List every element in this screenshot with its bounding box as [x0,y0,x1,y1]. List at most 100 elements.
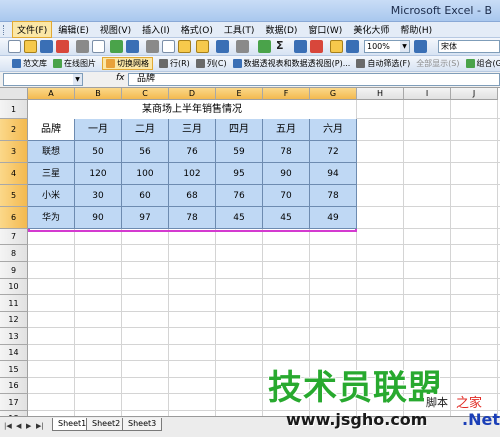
fx-icon[interactable]: fx [116,73,125,83]
format-painter-icon[interactable] [196,40,209,53]
table-cell[interactable]: 三星 [28,163,75,185]
table-cell[interactable]: 76 [216,185,263,207]
table-cell[interactable]: 56 [122,141,169,163]
toolbar-button[interactable]: 切换网格 [102,57,153,70]
chevron-down-icon[interactable]: ▼ [400,41,409,52]
sheet-tab[interactable]: Sheet3 [122,418,163,431]
zoom-select[interactable]: 100% ▼ [364,40,410,53]
column-header[interactable]: D [169,88,216,100]
column-header[interactable]: I [404,88,451,100]
table-header-cell[interactable]: 三月 [169,119,216,141]
sort-descending-icon[interactable] [310,40,323,53]
table-cell[interactable]: 90 [75,207,122,229]
table-cell[interactable]: 78 [169,207,216,229]
drawing-icon[interactable] [346,40,359,53]
permission-icon[interactable] [56,40,69,53]
table-cell[interactable]: 30 [75,185,122,207]
table-header-cell[interactable]: 一月 [75,119,122,141]
row-header[interactable]: 17 [0,394,28,411]
selected-range[interactable]: 品牌 一月 二月 三月 四月 五月 六月 联想 50 56 76 59 78 72 三星 120 100 102 9… [28,119,357,232]
table-cell[interactable]: 45 [263,207,310,229]
column-header[interactable]: E [216,88,263,100]
toolbar-button[interactable]: 在线图片 [53,57,96,70]
toolbar-button[interactable]: 全部显示(S) [416,57,459,70]
table-cell[interactable]: 60 [122,185,169,207]
table-title-cell[interactable]: 某商场上半年销售情况 [28,100,357,119]
last-sheet-icon[interactable]: ▶| [36,422,44,430]
table-cell[interactable]: 70 [263,185,310,207]
toolbar-button[interactable]: 行(R) [159,57,190,70]
table-cell[interactable]: 78 [310,185,357,207]
hyperlink-icon[interactable] [258,40,271,53]
sort-ascending-icon[interactable] [294,40,307,53]
row-header[interactable]: 11 [0,295,28,312]
formula-input[interactable]: 品牌 [128,73,500,86]
prev-sheet-icon[interactable]: ◀ [16,422,21,430]
table-cell[interactable]: 100 [122,163,169,185]
column-header[interactable]: C [122,88,169,100]
table-cell[interactable]: 120 [75,163,122,185]
menu-item[interactable]: 视图(V) [95,21,136,38]
column-header[interactable]: J [451,88,498,100]
toolbar-grip-icon[interactable] [3,25,6,35]
table-cell[interactable]: 95 [216,163,263,185]
first-sheet-icon[interactable]: |◀ [4,422,12,430]
table-cell[interactable]: 49 [310,207,357,229]
table-header-cell[interactable]: 二月 [122,119,169,141]
table-header-cell[interactable]: 六月 [310,119,357,141]
new-file-icon[interactable] [8,40,21,53]
column-header[interactable]: F [263,88,310,100]
toolbar-button[interactable]: 自动筛选(F) [356,57,410,70]
research-icon[interactable] [126,40,139,53]
print-icon[interactable] [76,40,89,53]
toolbar-button[interactable]: 组合(G) [465,57,500,70]
menu-item[interactable]: 插入(I) [137,21,175,38]
worksheet-grid[interactable]: ABCDEFGHIJ12345678910111213141516171819某… [0,88,500,416]
column-header[interactable]: B [75,88,122,100]
toolbar-button[interactable]: 数据透视表和数据透视图(P)... [232,57,350,70]
menu-item[interactable]: 数据(D) [260,21,302,38]
menu-item[interactable]: 文件(F) [12,21,53,38]
table-cell[interactable]: 50 [75,141,122,163]
undo-icon[interactable] [216,40,229,53]
row-header[interactable]: 16 [0,378,28,394]
print-preview-icon[interactable] [92,40,105,53]
table-cell[interactable]: 联想 [28,141,75,163]
table-cell[interactable]: 90 [263,163,310,185]
table-header-cell[interactable]: 四月 [216,119,263,141]
copy-icon[interactable] [162,40,175,53]
next-sheet-icon[interactable]: ▶ [26,422,31,430]
name-box[interactable]: ▼ [3,73,83,86]
autosum-icon[interactable]: Σ [276,39,284,52]
row-header[interactable]: 12 [0,312,28,328]
redo-icon[interactable] [236,40,249,53]
cut-icon[interactable] [146,40,159,53]
column-header[interactable]: G [310,88,357,100]
toolbar-button[interactable]: 范文库 [12,57,47,70]
menu-item[interactable]: 美化大师 [348,21,394,38]
row-header[interactable]: 8 [0,245,28,262]
row-header[interactable]: 3 [0,141,28,163]
chart-wizard-icon[interactable] [330,40,343,53]
help-icon[interactable] [414,40,427,53]
table-cell[interactable]: 小米 [28,185,75,207]
menu-item[interactable]: 工具(T) [219,21,260,38]
table-cell[interactable]: 97 [122,207,169,229]
sheet-tab[interactable]: Sheet2 [86,418,127,431]
table-cell[interactable]: 102 [169,163,216,185]
toolbar-button[interactable]: 列(C) [195,57,227,70]
spelling-icon[interactable] [110,40,123,53]
table-cell[interactable]: 68 [169,185,216,207]
table-header-cell[interactable]: 品牌 [28,119,75,141]
table-cell[interactable]: 78 [263,141,310,163]
row-header[interactable]: 5 [0,185,28,207]
row-header[interactable]: 9 [0,262,28,279]
row-header[interactable]: 7 [0,229,28,245]
menu-item[interactable]: 窗口(W) [303,21,347,38]
select-all-corner[interactable] [0,88,28,100]
column-header[interactable]: A [28,88,75,100]
table-cell[interactable]: 76 [169,141,216,163]
table-cell[interactable]: 94 [310,163,357,185]
row-header[interactable]: 4 [0,163,28,185]
chevron-down-icon[interactable]: ▼ [73,74,82,85]
